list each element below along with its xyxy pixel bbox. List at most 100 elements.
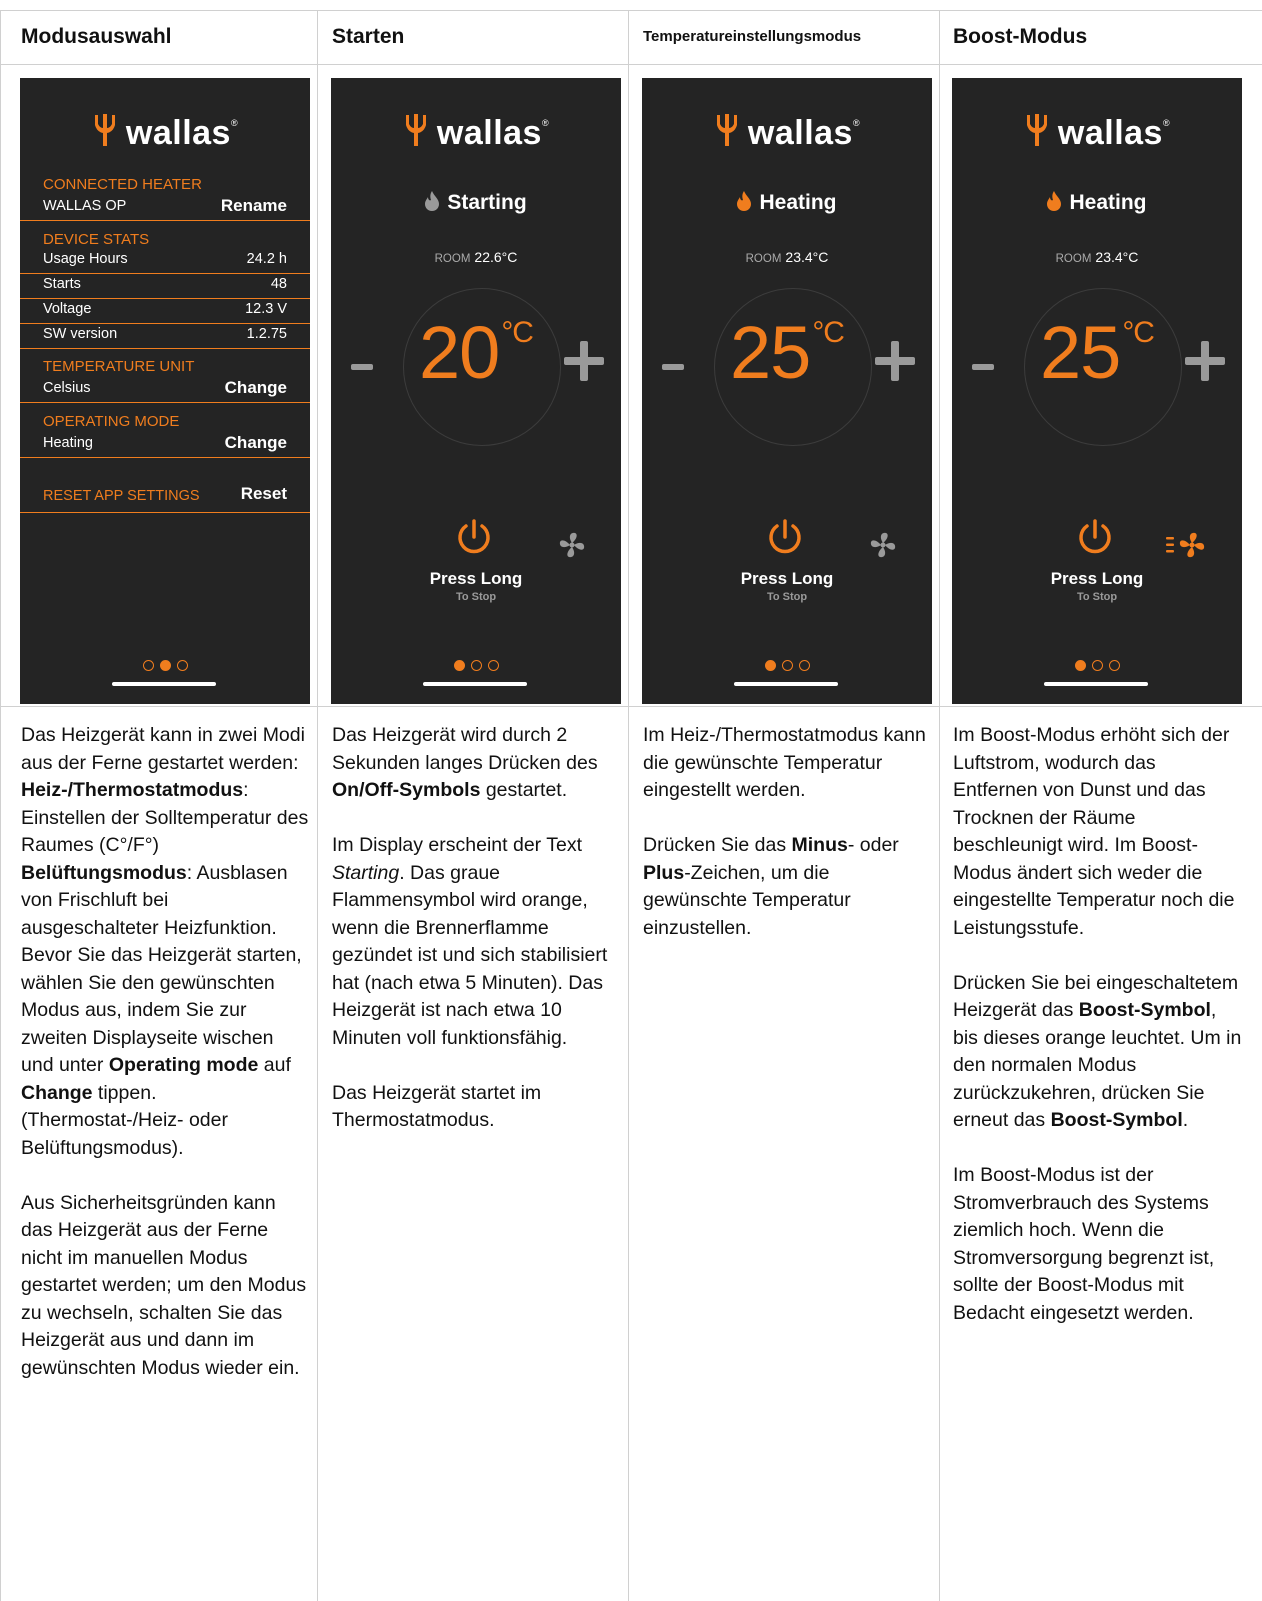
heater-status: Starting — [331, 191, 621, 215]
description-paragraph: Im Display erscheint der Text Starting. … — [332, 832, 622, 1052]
fan-icon[interactable] — [867, 529, 899, 561]
description-start: Das Heizgerät wird durch 2 Sekunden lang… — [332, 722, 622, 1135]
stat-row: SW version 1.2.75 — [20, 324, 310, 349]
reset-button[interactable]: Reset — [241, 484, 287, 504]
header-divider — [0, 64, 1262, 65]
page-dot[interactable] — [487, 660, 499, 671]
column-header-mode-selection: Modusauswahl — [21, 25, 172, 48]
increase-temperature-button[interactable] — [1185, 341, 1225, 381]
text-run: Im Heiz-/Thermostatmodus kann die gewüns… — [643, 724, 926, 801]
registered-mark: ® — [230, 118, 239, 128]
press-long-label: Press Long — [429, 569, 523, 588]
table-top-border — [0, 10, 1262, 11]
text-run: Drücken Sie das — [643, 834, 792, 856]
room-temperature: ROOM 23.4°C — [642, 249, 932, 265]
text-run: . Das graue Flammensymbol wird orange, w… — [332, 861, 608, 1049]
operating-mode-value: Heating — [43, 435, 93, 451]
connected-heater-row: WALLAS OP Rename — [20, 196, 310, 221]
column-divider — [939, 10, 940, 1601]
status-text: Heating — [759, 191, 837, 214]
page-dot[interactable] — [176, 660, 188, 671]
bold-term: Boost-Symbol — [1050, 1109, 1183, 1131]
press-long-label: Press Long — [740, 569, 834, 588]
description-paragraph: Im Boost-Modus erhöht sich der Luftstrom… — [953, 722, 1243, 942]
page-dot-active[interactable] — [764, 660, 776, 671]
fan-icon[interactable] — [556, 529, 588, 561]
press-long-label: Press Long — [1050, 569, 1144, 588]
set-temperature-value: 25 — [730, 311, 811, 394]
text-run: . — [1182, 1109, 1189, 1131]
device-stats-title: DEVICE STATS — [43, 231, 150, 248]
starting-screenshot: wallas® Starting ROOM 22.6°C 20°C Press L… — [331, 78, 621, 704]
to-stop-label: To Stop — [1076, 591, 1118, 603]
stat-value: 24.2 h — [246, 251, 287, 267]
increase-temperature-button[interactable] — [564, 341, 604, 381]
brand-name: wallas — [436, 114, 542, 152]
page-indicator — [331, 658, 621, 676]
heater-status: Heating — [642, 191, 932, 215]
italic-term: Starting — [332, 861, 400, 884]
page-dot[interactable] — [470, 660, 482, 671]
page-dot[interactable] — [1108, 660, 1120, 671]
page-dot-active[interactable] — [159, 660, 171, 671]
column-header-boost-mode: Boost-Modus — [953, 25, 1088, 48]
text-run: Das Heizgerät startet im Thermostatmodus… — [332, 1081, 542, 1132]
room-label: ROOM — [1055, 253, 1092, 265]
brand-name: wallas — [1057, 114, 1163, 152]
page-dot-active[interactable] — [453, 660, 465, 671]
registered-mark: ® — [541, 118, 550, 128]
description-paragraph: Das Heizgerät startet im Thermostatmodus… — [332, 1080, 622, 1135]
description-paragraph: Das Heizgerät wird durch 2 Sekunden lang… — [332, 722, 622, 805]
bold-term: Operating mode — [108, 1054, 259, 1076]
stat-value: 48 — [270, 276, 287, 292]
change-mode-button[interactable]: Change — [225, 433, 287, 453]
description-paragraph: Drücken Sie bei eingeschaltetem Heizgerä… — [953, 970, 1243, 1135]
text-run: Aus Sicherheitsgründen kann das Heizgerä… — [21, 1191, 307, 1379]
wallas-trident-icon — [405, 114, 426, 146]
set-temperature-value: 20 — [419, 311, 500, 394]
power-icon[interactable] — [1075, 518, 1115, 558]
set-temperature-value: 25 — [1040, 311, 1121, 394]
bold-term: Heiz-/Thermostatmodus — [21, 779, 244, 801]
stat-row: Usage Hours 24.2 h — [20, 249, 310, 274]
registered-mark: ® — [1162, 118, 1171, 128]
description-paragraph: Im Boost-Modus ist der Stromverbrauch de… — [953, 1162, 1243, 1327]
page-dot[interactable] — [781, 660, 793, 671]
stat-label: Usage Hours — [43, 251, 128, 267]
text-run: Im Display erscheint der Text — [332, 834, 582, 856]
room-temp-value: 22.6°C — [474, 249, 518, 265]
text-run: Das Heizgerät kann in zwei Modi aus der … — [21, 724, 305, 774]
text-run: von Frischluft bei ausgeschalteter Heizf… — [21, 889, 302, 1076]
text-run: : Ausblasen — [186, 861, 288, 884]
temperature-unit-row: Celsius Change — [20, 378, 310, 403]
temperature-unit: °C — [1122, 316, 1155, 349]
brand-name: wallas — [747, 114, 853, 152]
description-paragraph: Drücken Sie das Minus- oder Plus-Zeichen… — [643, 832, 933, 942]
page-dot[interactable] — [1091, 660, 1103, 671]
page-dot[interactable] — [142, 660, 154, 671]
home-indicator — [734, 682, 838, 686]
room-temp-value: 23.4°C — [785, 249, 829, 265]
registered-mark: ® — [852, 118, 861, 128]
power-icon[interactable] — [454, 518, 494, 558]
boost-fan-icon[interactable] — [1166, 529, 1208, 561]
change-unit-button[interactable]: Change — [225, 378, 287, 398]
description-paragraph: Aus Sicherheitsgründen kann das Heizgerä… — [21, 1190, 311, 1383]
text-run: Im Boost-Modus erhöht sich der Luftstrom… — [953, 724, 1235, 939]
bold-term: Boost-Symbol — [1078, 999, 1211, 1021]
page-dot[interactable] — [798, 660, 810, 671]
bold-term: Plus — [643, 861, 685, 884]
instruction-table: Modusauswahl Starten Temperatureinstellu… — [0, 0, 1262, 1601]
brand-name: wallas — [125, 114, 231, 152]
stat-label: Voltage — [43, 301, 92, 317]
operating-mode-title: OPERATING MODE — [43, 413, 180, 430]
increase-temperature-button[interactable] — [875, 341, 915, 381]
wallas-trident-icon — [94, 114, 115, 146]
connected-heater-title: CONNECTED HEATER — [43, 176, 202, 193]
page-dot-active[interactable] — [1074, 660, 1086, 671]
description-paragraph: Im Heiz-/Thermostatmodus kann die gewüns… — [643, 722, 933, 805]
power-icon[interactable] — [765, 518, 805, 558]
rename-button[interactable]: Rename — [221, 196, 287, 216]
text-run: Das Heizgerät wird durch 2 Sekunden lang… — [332, 724, 598, 774]
temperature-unit: °C — [501, 316, 534, 349]
